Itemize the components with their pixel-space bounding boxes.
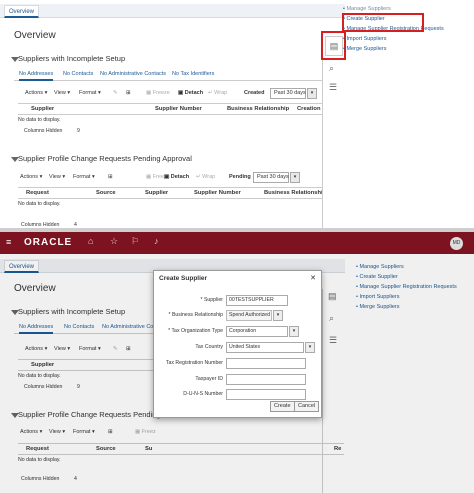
pending-select[interactable]: Past 30 days <box>253 172 289 183</box>
columns-hidden-count: 9 <box>77 128 80 134</box>
tax-reg-number-label: Tax Registration Number <box>165 360 223 366</box>
format-menu[interactable]: Format ▾ <box>73 171 95 184</box>
oracle-logo[interactable]: ORACLE <box>24 237 72 248</box>
field-duns: D-U-N-S Number <box>154 388 323 400</box>
table-toolbar: Actions ▾ View ▾ Format ▾ ✎ ⊞ ▦ Freeze ▣… <box>18 87 344 100</box>
col-supplier[interactable]: Supplier <box>145 188 168 199</box>
tax-country-label: Tax Country <box>195 344 223 350</box>
freeze-button[interactable]: ▦ Freeze <box>146 87 170 100</box>
home-icon[interactable]: ⌂ <box>88 236 93 246</box>
col-supplier-number[interactable]: Supplier Number <box>155 104 202 115</box>
supplier-input[interactable]: 00TESTSUPPLIER <box>226 295 288 306</box>
format-menu[interactable]: Format ▾ <box>79 87 101 100</box>
table-toolbar: Actions ▾ View ▾ Format ▾ ⊞ ▦ Freeze ▣ D… <box>18 171 344 184</box>
created-label: Created <box>244 90 265 96</box>
page-title: Overview <box>14 30 56 41</box>
chevron-down-icon[interactable]: ▾ <box>289 326 299 337</box>
cancel-button[interactable]: Cancel <box>294 401 320 412</box>
tax-reg-number-input[interactable] <box>226 358 306 369</box>
global-header: ≡ ORACLE ⌂ ☆ ⚐ ♪ MD <box>0 232 474 254</box>
created-select[interactable]: Past 30 days <box>270 88 306 99</box>
col-source[interactable]: Source <box>96 188 116 199</box>
section-title: Suppliers with Incomplete Setup <box>18 54 126 63</box>
duns-label: D-U-N-S Number <box>183 391 223 397</box>
bell-icon[interactable]: ♪ <box>154 236 159 246</box>
top-screenshot: Overview Overview Suppliers with Incompl… <box>0 0 474 228</box>
detach-button[interactable]: ▣ Detach <box>178 87 203 100</box>
filter-icon[interactable]: ⊞ <box>126 87 131 100</box>
close-icon[interactable]: ✕ <box>310 274 316 282</box>
link-import-suppliers[interactable]: Import Suppliers <box>343 34 444 44</box>
tax-country-select[interactable]: United States <box>226 342 304 353</box>
wrap-button[interactable]: ↵ Wrap <box>196 171 215 184</box>
top-tabbar: Overview <box>0 4 345 18</box>
bottom-screenshot: ≡ ORACLE ⌂ ☆ ⚐ ♪ MD Overview Overview Su… <box>0 232 474 493</box>
actions-menu[interactable]: Actions ▾ <box>25 87 47 100</box>
tab-overview[interactable]: Overview <box>4 5 40 18</box>
col-business-relationship[interactable]: Business Relationship <box>264 188 326 199</box>
business-relationship-select[interactable]: Spend Authorized <box>226 310 272 321</box>
edit-icon[interactable]: ✎ <box>113 87 118 100</box>
create-supplier-dialog: Create Supplier ✕ * Supplier 00TESTSUPPL… <box>153 270 322 418</box>
dialog-title: Create Supplier <box>159 275 208 282</box>
chevron-down-icon[interactable]: ▾ <box>307 88 317 99</box>
detach-button[interactable]: ▣ Detach <box>164 171 189 184</box>
subtab-no-contacts[interactable]: No Contacts <box>63 69 93 81</box>
subtab-no-tax-identifiers[interactable]: No Tax Identifiers <box>172 69 214 81</box>
col-supplier-number[interactable]: Supplier Number <box>194 188 241 199</box>
tax-org-type-select[interactable]: Corporation <box>226 326 288 337</box>
subtab-no-admin-contacts[interactable]: No Administrative Contacts <box>100 69 166 81</box>
create-button[interactable]: Create <box>270 401 295 412</box>
flag-icon[interactable]: ⚐ <box>131 236 139 247</box>
actions-menu[interactable]: Actions ▾ <box>20 171 42 184</box>
col-business-relationship[interactable]: Business Relationship <box>227 104 289 115</box>
avatar[interactable]: MD <box>450 237 463 250</box>
supplier-label: * Supplier <box>200 297 223 303</box>
field-tax-registration: Tax Registration Number <box>154 357 323 369</box>
field-supplier: * Supplier 00TESTSUPPLIER <box>154 294 323 306</box>
taxpayer-id-input[interactable] <box>226 374 306 385</box>
tax-org-type-label: * Tax Organization Type <box>168 328 223 334</box>
chevron-down-icon[interactable]: ▾ <box>305 342 315 353</box>
pending-label: Pending <box>229 174 251 180</box>
view-menu[interactable]: View ▾ <box>49 171 65 184</box>
field-tax-country: Tax Country United States ▾ <box>154 341 323 353</box>
highlight-box-create-supplier <box>342 13 424 32</box>
subtab-bar: No Addresses No Contacts No Administrati… <box>14 69 344 81</box>
col-supplier[interactable]: Supplier <box>31 104 54 115</box>
filter-icon[interactable]: ⊞ <box>108 171 113 184</box>
field-business-relationship: * Business Relationship Spend Authorized… <box>154 309 323 321</box>
no-data-text: No data to display. <box>18 201 61 207</box>
panel-drawer: ⌕ ☰ <box>322 32 344 228</box>
list-icon[interactable]: ☰ <box>329 82 337 93</box>
taxpayer-id-label: Taxpayer ID <box>195 376 223 382</box>
section-title: Supplier Profile Change Requests Pending… <box>18 154 192 163</box>
wrap-button[interactable]: ↵ Wrap <box>208 87 227 100</box>
menu-icon[interactable]: ≡ <box>6 237 11 247</box>
chevron-down-icon[interactable]: ▾ <box>290 172 300 183</box>
field-tax-org-type: * Tax Organization Type Corporation ▾ <box>154 325 323 337</box>
subtab-no-addresses[interactable]: No Addresses <box>19 69 54 81</box>
table-header: Supplier Supplier Number Business Relati… <box>18 103 344 115</box>
no-data-text: No data to display. <box>18 117 61 123</box>
duns-input[interactable] <box>226 389 306 400</box>
table-header: Request Source Supplier Supplier Number … <box>18 187 344 199</box>
star-icon[interactable]: ☆ <box>110 236 118 247</box>
link-merge-suppliers[interactable]: Merge Suppliers <box>343 44 444 54</box>
columns-hidden-label: Columns Hidden <box>24 128 63 134</box>
chevron-down-icon[interactable]: ▾ <box>273 310 283 321</box>
business-relationship-label: * Business Relationship <box>168 312 223 318</box>
search-icon[interactable]: ⌕ <box>329 63 334 74</box>
col-request[interactable]: Request <box>26 188 49 199</box>
view-menu[interactable]: View ▾ <box>54 87 70 100</box>
field-taxpayer-id: Taxpayer ID <box>154 373 323 385</box>
